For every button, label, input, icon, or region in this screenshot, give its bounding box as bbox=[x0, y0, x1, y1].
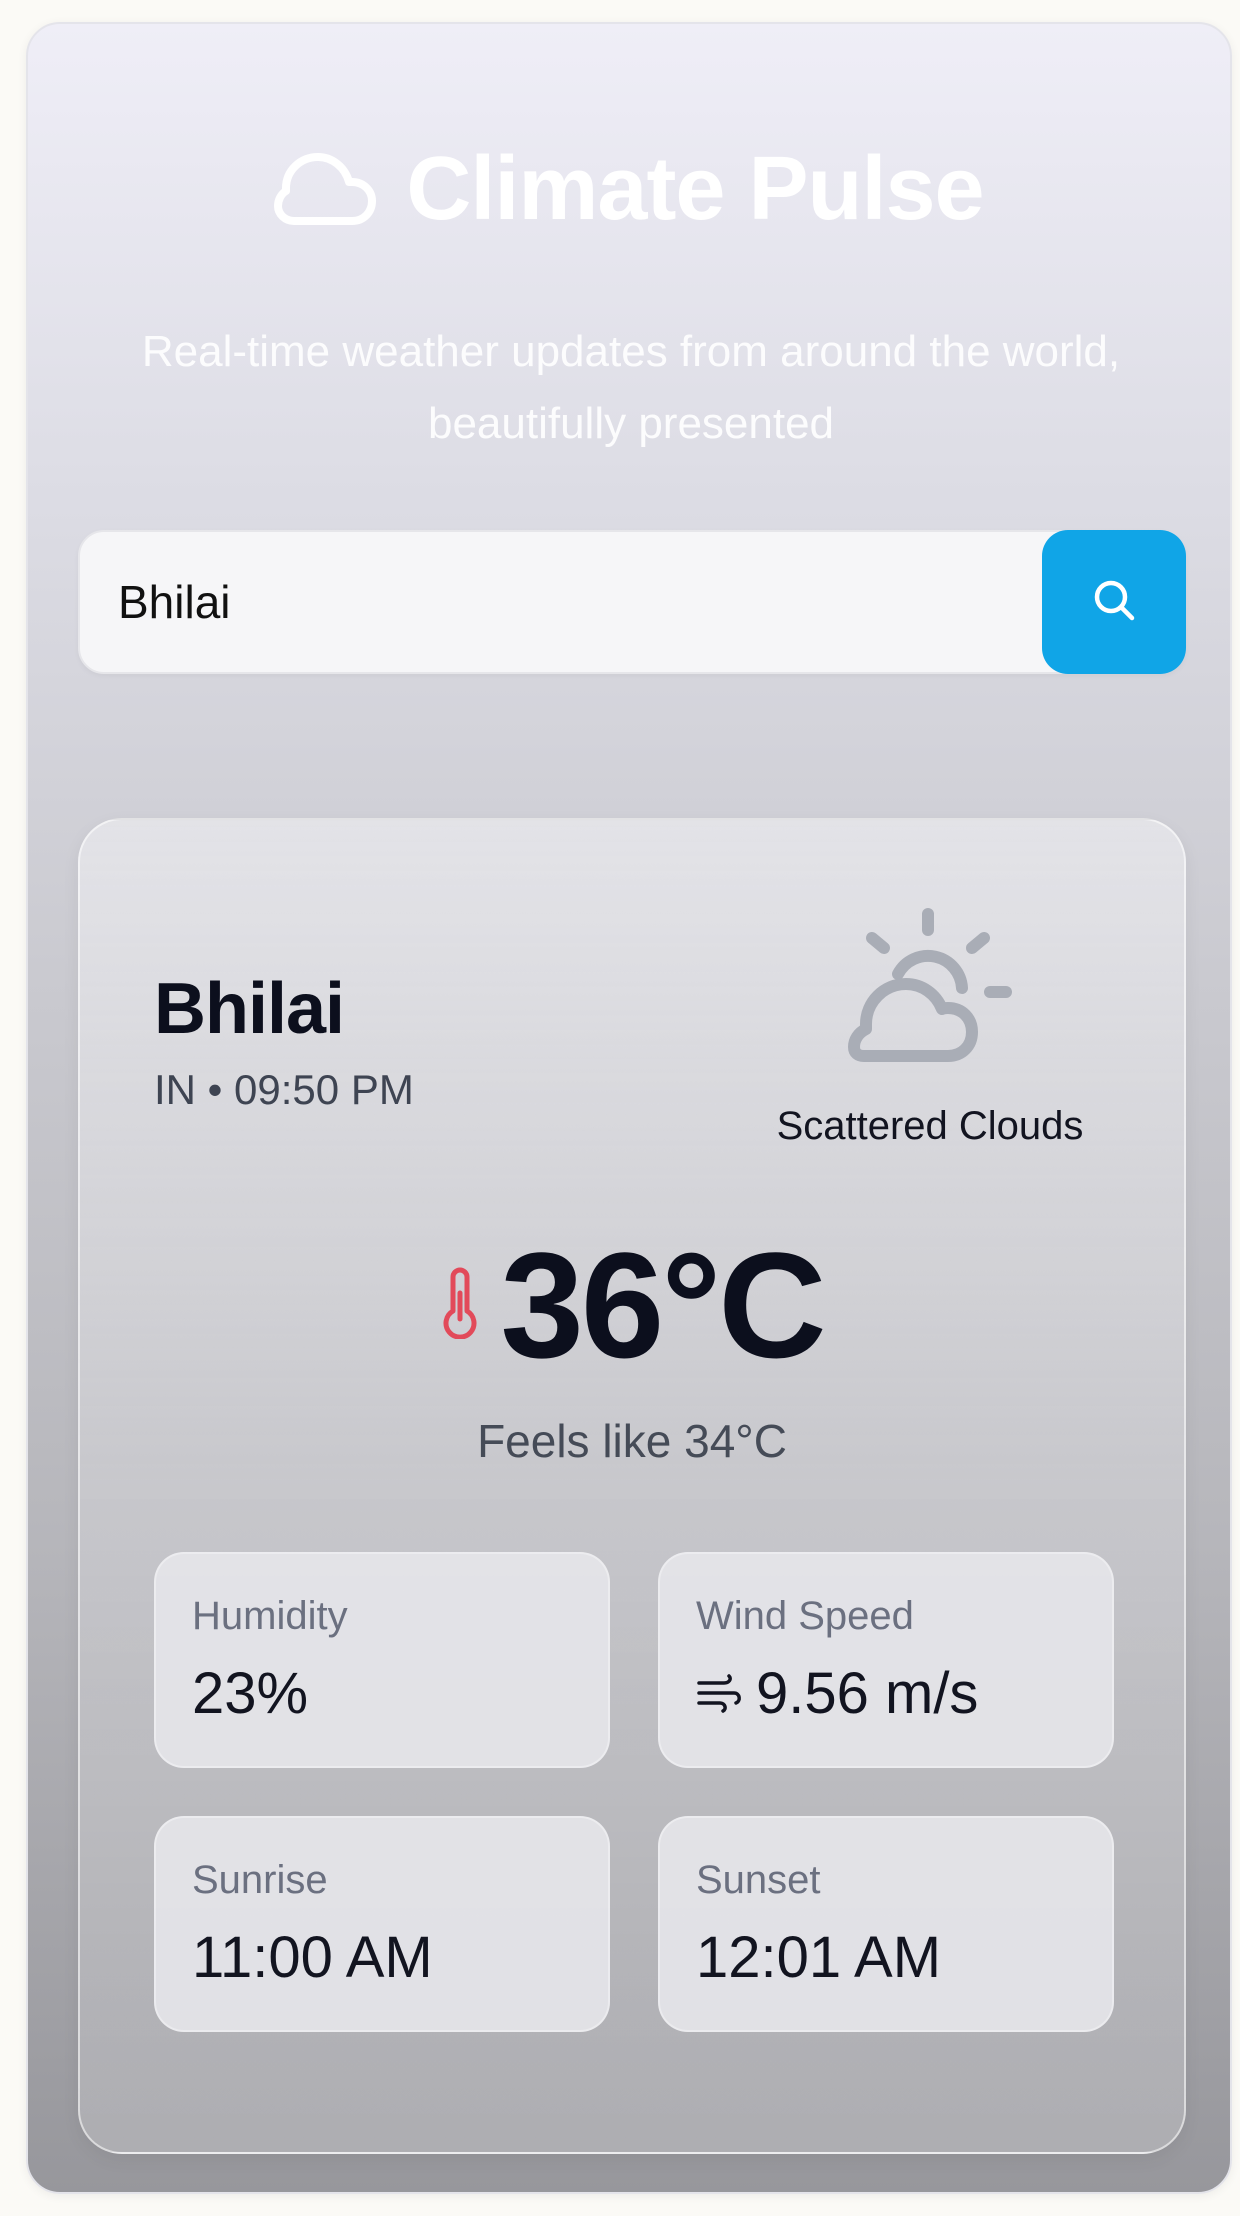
humidity-value: 23% bbox=[192, 1660, 308, 1727]
city-name: Bhilai bbox=[154, 969, 345, 1049]
sunset-value: 12:01 AM bbox=[696, 1924, 941, 1991]
sunset-value-text: 12:01 AM bbox=[696, 1925, 942, 1990]
search-bar bbox=[78, 530, 1186, 674]
wind-label: Wind Speed bbox=[696, 1594, 914, 1638]
app-subtitle: Real-time weather updates from around th… bbox=[141, 327, 1121, 448]
weather-card: Bhilai IN • 09:50 PM Scattered Clouds 36… bbox=[78, 818, 1186, 2154]
search-input[interactable] bbox=[82, 532, 1032, 672]
humidity-value-text: 23% bbox=[192, 1661, 309, 1726]
temperature-value: 36°C bbox=[500, 1221, 826, 1389]
sunrise-value-text: 11:00 AM bbox=[192, 1925, 433, 1990]
sunrise-value: 11:00 AM bbox=[192, 1924, 433, 1991]
city-meta: IN • 09:50 PM bbox=[154, 1066, 414, 1113]
sun-behind-cloud-icon bbox=[840, 904, 1020, 1089]
wind-icon bbox=[696, 1660, 742, 1727]
app-header: Climate Pulse bbox=[28, 144, 1230, 234]
condition-label: Scattered Clouds bbox=[776, 1104, 1084, 1148]
sunrise-label: Sunrise bbox=[192, 1858, 328, 1902]
thermometer-icon bbox=[440, 1267, 480, 1344]
humidity-card: Humidity 23% bbox=[154, 1552, 610, 1768]
sunset-label: Sunset bbox=[696, 1858, 821, 1902]
feels-like: Feels like 34°C bbox=[477, 1415, 787, 1467]
app-title: Climate Pulse bbox=[406, 139, 984, 239]
app-container: Climate Pulse Real-time weather updates … bbox=[26, 22, 1232, 2194]
temperature-row: 36°C bbox=[80, 1230, 1184, 1380]
sunrise-card: Sunrise 11:00 AM bbox=[154, 1816, 610, 2032]
sunset-card: Sunset 12:01 AM bbox=[658, 1816, 1114, 2032]
wind-card: Wind Speed 9.56 m/s bbox=[658, 1552, 1114, 1768]
wind-value-text: 9.56 m/s bbox=[756, 1661, 979, 1726]
search-icon bbox=[1092, 578, 1136, 627]
search-button[interactable] bbox=[1042, 530, 1186, 674]
humidity-label: Humidity bbox=[192, 1594, 348, 1638]
wind-value: 9.56 m/s bbox=[696, 1660, 978, 1727]
cloud-icon bbox=[274, 151, 377, 227]
